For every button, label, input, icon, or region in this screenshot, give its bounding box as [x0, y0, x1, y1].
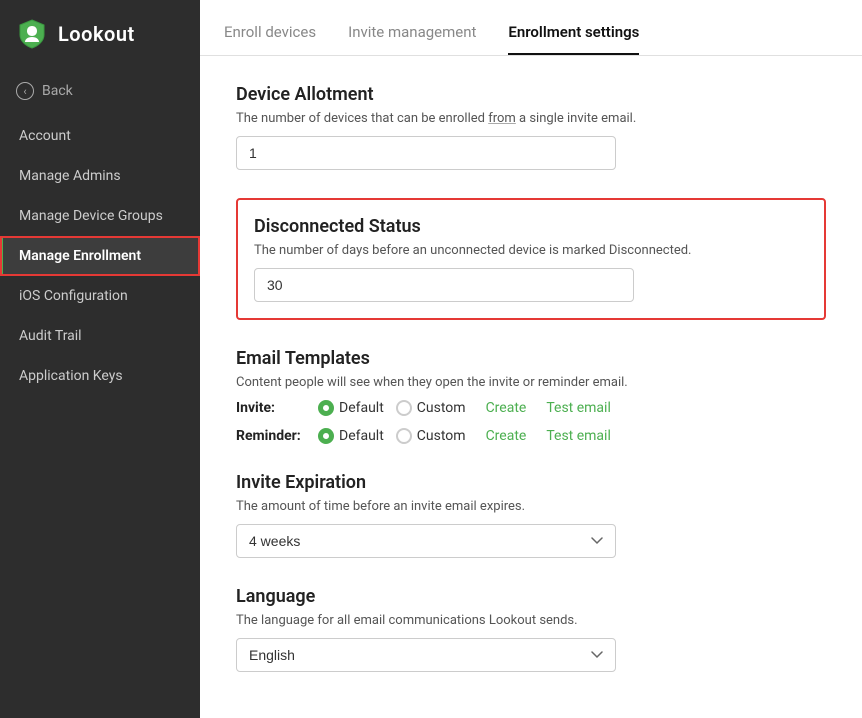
back-arrow-icon: ‹ [16, 82, 34, 100]
invite-default-radio-circle[interactable] [318, 400, 334, 416]
language-section: Language The language for all email comm… [236, 586, 826, 672]
reminder-custom-radio-circle[interactable] [396, 428, 412, 444]
reminder-custom-radio[interactable]: Custom [396, 428, 466, 444]
reminder-template-row: Reminder: Default Custom Create Test ema… [236, 428, 826, 444]
sidebar: Lookout ‹ Back Account Manage Admins Man… [0, 0, 200, 718]
main-content: Enroll devices Invite management Enrollm… [200, 0, 862, 718]
disconnected-status-title: Disconnected Status [254, 216, 808, 237]
invite-template-row: Invite: Default Custom Create Test email [236, 400, 826, 416]
device-allotment-desc: The number of devices that can be enroll… [236, 111, 826, 126]
invite-custom-radio[interactable]: Custom [396, 400, 466, 416]
sidebar-item-account[interactable]: Account [0, 116, 200, 156]
email-templates-title: Email Templates [236, 348, 826, 369]
disconnected-status-section: Disconnected Status The number of days b… [236, 198, 826, 320]
lookout-logo-icon [16, 18, 48, 50]
content-area: Device Allotment The number of devices t… [200, 56, 862, 718]
sidebar-nav: Account Manage Admins Manage Device Grou… [0, 116, 200, 396]
sidebar-item-application-keys[interactable]: Application Keys [0, 356, 200, 396]
reminder-create-link[interactable]: Create [486, 428, 527, 444]
invite-label: Invite: [236, 400, 306, 416]
device-allotment-input[interactable] [236, 136, 616, 170]
language-desc: The language for all email communication… [236, 613, 826, 628]
reminder-label: Reminder: [236, 428, 306, 444]
disconnected-status-desc: The number of days before an unconnected… [254, 243, 808, 258]
invite-create-link[interactable]: Create [486, 400, 527, 416]
sidebar-item-ios-configuration[interactable]: iOS Configuration [0, 276, 200, 316]
sidebar-item-manage-admins[interactable]: Manage Admins [0, 156, 200, 196]
invite-custom-label: Custom [417, 400, 466, 416]
email-templates-desc: Content people will see when they open t… [236, 375, 826, 390]
reminder-test-link[interactable]: Test email [546, 428, 611, 444]
reminder-custom-label: Custom [417, 428, 466, 444]
invite-expiration-select[interactable]: 1 week 2 weeks 3 weeks 4 weeks 6 weeks 8… [236, 524, 616, 558]
language-title: Language [236, 586, 826, 607]
invite-expiration-section: Invite Expiration The amount of time bef… [236, 472, 826, 558]
invite-test-link[interactable]: Test email [546, 400, 611, 416]
app-title: Lookout [58, 22, 135, 46]
tab-invite-management[interactable]: Invite management [348, 23, 476, 55]
back-button[interactable]: ‹ Back [0, 72, 200, 110]
reminder-default-radio-circle[interactable] [318, 428, 334, 444]
sidebar-item-manage-device-groups[interactable]: Manage Device Groups [0, 196, 200, 236]
device-allotment-section: Device Allotment The number of devices t… [236, 84, 826, 170]
sidebar-item-manage-enrollment[interactable]: Manage Enrollment [0, 236, 200, 276]
invite-expiration-title: Invite Expiration [236, 472, 826, 493]
language-select[interactable]: English French German Spanish Japanese [236, 638, 616, 672]
device-allotment-title: Device Allotment [236, 84, 826, 105]
invite-custom-radio-circle[interactable] [396, 400, 412, 416]
invite-default-label: Default [339, 400, 384, 416]
email-templates-section: Email Templates Content people will see … [236, 348, 826, 444]
reminder-default-label: Default [339, 428, 384, 444]
back-label: Back [42, 83, 73, 99]
invite-default-radio[interactable]: Default [318, 400, 384, 416]
sidebar-item-audit-trail[interactable]: Audit Trail [0, 316, 200, 356]
invite-expiration-desc: The amount of time before an invite emai… [236, 499, 826, 514]
tab-enrollment-settings[interactable]: Enrollment settings [508, 23, 639, 55]
tab-bar: Enroll devices Invite management Enrollm… [200, 0, 862, 56]
disconnected-status-input[interactable] [254, 268, 634, 302]
reminder-default-radio[interactable]: Default [318, 428, 384, 444]
tab-enroll-devices[interactable]: Enroll devices [224, 23, 316, 55]
sidebar-logo: Lookout [0, 0, 200, 68]
